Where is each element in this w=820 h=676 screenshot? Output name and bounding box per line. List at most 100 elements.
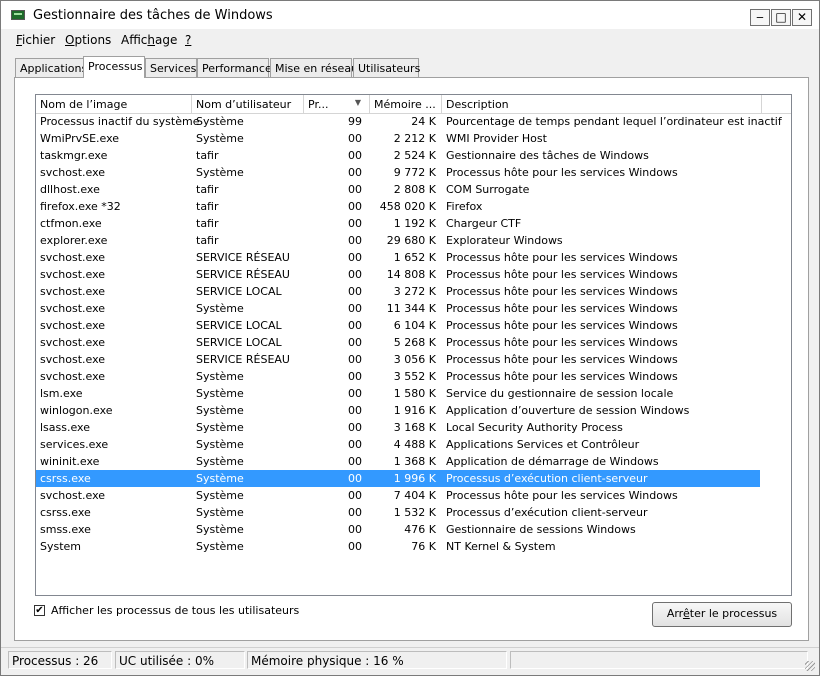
process-user: SERVICE LOCAL xyxy=(196,336,282,349)
process-row[interactable]: lsass.exe Système 00 3 168 K Local Security … xyxy=(36,419,760,436)
process-row[interactable]: csrss.exe Système 00 1 532 K Processus d’exé… xyxy=(36,504,760,521)
resize-grip-icon[interactable] xyxy=(805,661,815,671)
tab-utilisateurs[interactable]: Utilisateurs xyxy=(353,58,420,77)
process-row[interactable]: svchost.exe SERVICE LOCAL 00 3 272 K Process… xyxy=(36,283,760,300)
process-name: taskmgr.exe xyxy=(40,149,108,162)
process-name: Processus inactif du système xyxy=(40,115,200,128)
process-row[interactable]: WmiPrvSE.exe Système 00 2 212 K WMI Provider… xyxy=(36,130,760,147)
close-button[interactable]: ✕ xyxy=(792,9,812,26)
process-cpu: 00 xyxy=(348,319,362,332)
status-process-count: Processus : 26 xyxy=(8,651,112,669)
process-cpu: 00 xyxy=(348,183,362,196)
process-cpu: 00 xyxy=(348,132,362,145)
process-row[interactable]: taskmgr.exe tafir 00 2 524 K Gestionnaire de… xyxy=(36,147,760,164)
process-row[interactable]: svchost.exe SERVICE RÉSEAU 00 3 056 K Proces… xyxy=(36,351,760,368)
process-cpu: 99 xyxy=(348,115,362,128)
process-user: Système xyxy=(196,404,244,417)
process-row[interactable]: lsm.exe Système 00 1 580 K Service du gestio… xyxy=(36,385,760,402)
tab-processus[interactable]: Processus xyxy=(83,56,145,78)
process-memory: 24 K xyxy=(411,115,436,128)
process-row[interactable]: ctfmon.exe tafir 00 1 192 K Chargeur CTF xyxy=(36,215,760,232)
process-description: Processus hôte pour les services Windows xyxy=(446,489,678,502)
process-cpu: 00 xyxy=(348,540,362,553)
column-header-memory[interactable]: Mémoire ... xyxy=(370,95,442,113)
process-list-header: Nom de l’image Nom d’utilisateur Pr... ▼ … xyxy=(36,95,791,114)
process-cpu: 00 xyxy=(348,455,362,468)
tab-mise-en-reseau[interactable]: Mise en réseau xyxy=(270,58,358,77)
process-description: Application d’ouverture de session Windo… xyxy=(446,404,690,417)
process-name: winlogon.exe xyxy=(40,404,113,417)
title-bar[interactable]: Gestionnaire des tâches de Windows ‒ □ ✕ xyxy=(1,1,819,29)
process-row[interactable]: svchost.exe SERVICE LOCAL 00 5 268 K Process… xyxy=(36,334,760,351)
show-all-users-label: Afficher les processus de tous les utili… xyxy=(51,604,300,617)
menu-view[interactable]: Affichage xyxy=(121,33,177,47)
task-manager-window: Gestionnaire des tâches de Windows ‒ □ ✕… xyxy=(0,0,820,676)
tab-performance[interactable]: Performance xyxy=(197,58,272,77)
tab-applications[interactable]: Applications xyxy=(15,58,87,77)
process-row[interactable]: smss.exe Système 00 476 K Gestionnaire de se… xyxy=(36,521,760,538)
tab-services[interactable]: Services xyxy=(145,58,197,77)
process-memory: 1 652 K xyxy=(393,251,436,264)
process-name: System xyxy=(40,540,82,553)
process-description: Firefox xyxy=(446,200,483,213)
process-user: Système xyxy=(196,523,244,536)
process-description: Gestionnaire des tâches de Windows xyxy=(446,149,649,162)
process-row[interactable]: svchost.exe Système 00 9 772 K Processus hôt… xyxy=(36,164,760,181)
process-list[interactable]: Nom de l’image Nom d’utilisateur Pr... ▼ … xyxy=(35,94,792,596)
process-cpu: 00 xyxy=(348,523,362,536)
process-row[interactable]: svchost.exe Système 00 3 552 K Processus hôt… xyxy=(36,368,760,385)
process-user: SERVICE LOCAL xyxy=(196,319,282,332)
process-row[interactable]: svchost.exe SERVICE RÉSEAU 00 1 652 K Proces… xyxy=(36,249,760,266)
process-description: Processus hôte pour les services Windows xyxy=(446,268,678,281)
show-all-users-checkbox[interactable]: ✔ xyxy=(34,605,45,616)
process-cpu: 00 xyxy=(348,268,362,281)
process-row[interactable]: csrss.exe Système 00 1 996 K Processus d’exé… xyxy=(36,470,760,487)
process-description: Processus hôte pour les services Windows xyxy=(446,166,678,179)
process-description: Gestionnaire de sessions Windows xyxy=(446,523,636,536)
process-row[interactable]: firefox.exe *32 tafir 00 458 020 K Firefox xyxy=(36,198,760,215)
process-memory: 3 168 K xyxy=(393,421,436,434)
process-row[interactable]: wininit.exe Système 00 1 368 K Application d… xyxy=(36,453,760,470)
process-row[interactable]: services.exe Système 00 4 488 K Applications… xyxy=(36,436,760,453)
process-cpu: 00 xyxy=(348,166,362,179)
process-cpu: 00 xyxy=(348,387,362,400)
process-description: NT Kernel & System xyxy=(446,540,556,553)
process-memory: 1 916 K xyxy=(393,404,436,417)
process-row[interactable]: svchost.exe SERVICE LOCAL 00 6 104 K Process… xyxy=(36,317,760,334)
process-user: Système xyxy=(196,472,244,485)
process-name: svchost.exe xyxy=(40,370,106,383)
process-memory: 9 772 K xyxy=(393,166,436,179)
process-user: Système xyxy=(196,166,244,179)
end-process-button[interactable]: Arrêter le processus xyxy=(652,602,792,627)
process-row[interactable]: svchost.exe Système 00 11 344 K Processus hô… xyxy=(36,300,760,317)
column-header-user[interactable]: Nom d’utilisateur xyxy=(192,95,304,113)
column-header-description[interactable]: Description xyxy=(442,95,762,113)
process-memory: 3 272 K xyxy=(393,285,436,298)
process-memory: 2 524 K xyxy=(393,149,436,162)
process-cpu: 00 xyxy=(348,285,362,298)
close-icon: ✕ xyxy=(796,10,808,24)
column-header-cpu[interactable]: Pr... ▼ xyxy=(304,95,370,113)
process-memory: 1 368 K xyxy=(393,455,436,468)
process-row[interactable]: winlogon.exe Système 00 1 916 K Application … xyxy=(36,402,760,419)
process-row[interactable]: System Système 00 76 K NT Kernel & System xyxy=(36,538,760,555)
process-user: Système xyxy=(196,132,244,145)
process-row[interactable]: dllhost.exe tafir 00 2 808 K COM Surrogate xyxy=(36,181,760,198)
menu-options[interactable]: Options xyxy=(65,33,111,47)
process-name: explorer.exe xyxy=(40,234,108,247)
process-row[interactable]: explorer.exe tafir 00 29 680 K Explorateur W… xyxy=(36,232,760,249)
process-user: Système xyxy=(196,438,244,451)
menu-help[interactable]: ? xyxy=(185,33,191,47)
process-row[interactable]: svchost.exe Système 00 7 404 K Processus hôt… xyxy=(36,487,760,504)
process-cpu: 00 xyxy=(348,200,362,213)
process-user: Système xyxy=(196,540,244,553)
column-header-name[interactable]: Nom de l’image xyxy=(36,95,192,113)
maximize-button[interactable]: □ xyxy=(771,9,791,26)
menu-file[interactable]: Fichier xyxy=(16,33,55,47)
process-row[interactable]: Processus inactif du système Système 99 24 … xyxy=(36,113,782,130)
status-physical-memory: Mémoire physique : 16 % xyxy=(247,651,507,669)
minimize-button[interactable]: ‒ xyxy=(750,9,770,26)
process-name: svchost.exe xyxy=(40,353,106,366)
process-name: svchost.exe xyxy=(40,285,106,298)
process-row[interactable]: svchost.exe SERVICE RÉSEAU 00 14 808 K Proce… xyxy=(36,266,760,283)
